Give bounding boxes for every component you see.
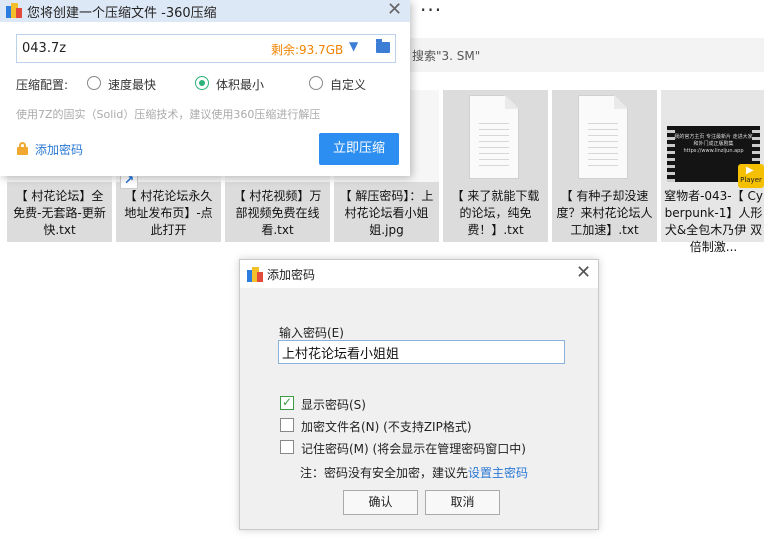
file-tile[interactable]: 【 有种子却没速度？来村花论坛人工加速】.txt <box>552 90 657 242</box>
compress-config-label: 压缩配置: <box>16 78 69 92</box>
video-thumbnail-text: 我的官方主页 专注最新片 走进大家和外门成正版剧集 https://www.li… <box>674 134 753 154</box>
output-path-value[interactable]: 043.7z <box>22 41 66 56</box>
solid-compression-hint: 使用7Z的固实（Solid）压缩技术，建议使用360压缩进行解压 <box>16 108 321 121</box>
password-input-label: 输入密码(E) <box>279 326 344 340</box>
app-360-icon <box>6 3 22 18</box>
compress-dialog: 您将创建一个压缩文件 -360压缩 ✕ 043.7z 剩余:93.7GB ▼ 压… <box>0 0 410 176</box>
compress-dialog-titlebar: 您将创建一个压缩文件 -360压缩 ✕ <box>0 0 410 22</box>
dialog-title: 添加密码 <box>267 268 316 282</box>
radio-selected-icon[interactable] <box>195 76 209 90</box>
app-360-icon <box>247 267 263 282</box>
security-note: 注：密码没有安全加密，建议先设置主密码 <box>300 464 528 481</box>
security-note-text: 注：密码没有安全加密，建议先 <box>300 466 469 480</box>
radio-icon[interactable] <box>87 76 101 90</box>
radio-icon[interactable] <box>309 76 323 90</box>
cancel-button[interactable]: 取消 <box>425 490 500 515</box>
close-icon[interactable]: ✕ <box>387 0 402 20</box>
player-icon: Player <box>738 164 764 188</box>
file-name: 【 来了就能下载的论坛，纯免费！】.txt <box>451 189 540 237</box>
chevron-down-icon[interactable]: ▼ <box>349 39 358 53</box>
checkbox-label: 记住密码(M) (将会显示在管理密码窗口中) <box>301 442 526 456</box>
lock-icon <box>16 142 30 155</box>
password-input[interactable] <box>278 340 565 364</box>
file-name: 【 村花论坛】全免费-无套路-更新快.txt <box>13 189 106 237</box>
radio-label: 自定义 <box>330 78 367 92</box>
file-tile[interactable]: 我的官方主页 专注最新片 走进大家和外门成正版剧集 https://www.li… <box>661 90 764 254</box>
text-document-icon <box>578 95 628 179</box>
output-path-field[interactable]: 043.7z 剩余:93.7GB ▼ <box>16 34 396 63</box>
text-document-icon <box>469 95 519 179</box>
password-dialog-body: 输入密码(E) 显示密码(S) 加密文件名(N) (不支持ZIP格式) 记住密码… <box>240 288 598 529</box>
checkbox-label: 加密文件名(N) (不支持ZIP格式) <box>301 420 472 434</box>
radio-label: 速度最快 <box>108 78 157 92</box>
file-tile[interactable]: 【 来了就能下载的论坛，纯免费！】.txt <box>443 90 548 242</box>
checkbox-label: 显示密码(S) <box>301 398 366 412</box>
file-name: 【 村花视频】万部视频免费在线看.txt <box>233 189 322 237</box>
more-options-button[interactable]: ... <box>420 0 442 16</box>
file-name: 【 解压密码】：上村花论坛看小姐姐.jpg <box>339 189 434 237</box>
add-password-dialog: 添加密码 ✕ 输入密码(E) 显示密码(S) 加密文件名(N) (不支持ZIP格… <box>239 259 599 530</box>
file-name: 【 村花论坛永久地址发布页】-点此打开 <box>124 189 213 237</box>
file-name: 窒物者-043-【 Cyberpunk-1】人形犬&全包木乃伊 双倍制激... <box>664 189 763 254</box>
dialog-title: 您将创建一个压缩文件 -360压缩 <box>27 6 217 21</box>
password-dialog-titlebar: 添加密码 ✕ <box>240 260 598 288</box>
compress-now-button[interactable]: 立即压缩 <box>319 133 399 165</box>
free-space-label: 剩余:93.7GB <box>271 43 344 57</box>
checkbox-icon[interactable] <box>280 440 294 454</box>
file-name: 【 有种子却没速度？来村花论坛人工加速】.txt <box>556 189 653 237</box>
add-password-label[interactable]: 添加密码 <box>35 141 83 158</box>
set-master-password-link[interactable]: 设置主密码 <box>468 466 528 480</box>
checkbox-checked-icon[interactable] <box>280 395 294 410</box>
radio-label: 体积最小 <box>216 78 265 92</box>
checkbox-icon[interactable] <box>280 418 294 432</box>
folder-icon[interactable] <box>376 39 390 53</box>
search-bar-text: 搜索"3. SM" <box>412 49 481 63</box>
confirm-button[interactable]: 确认 <box>343 490 418 515</box>
close-icon[interactable]: ✕ <box>576 262 591 283</box>
